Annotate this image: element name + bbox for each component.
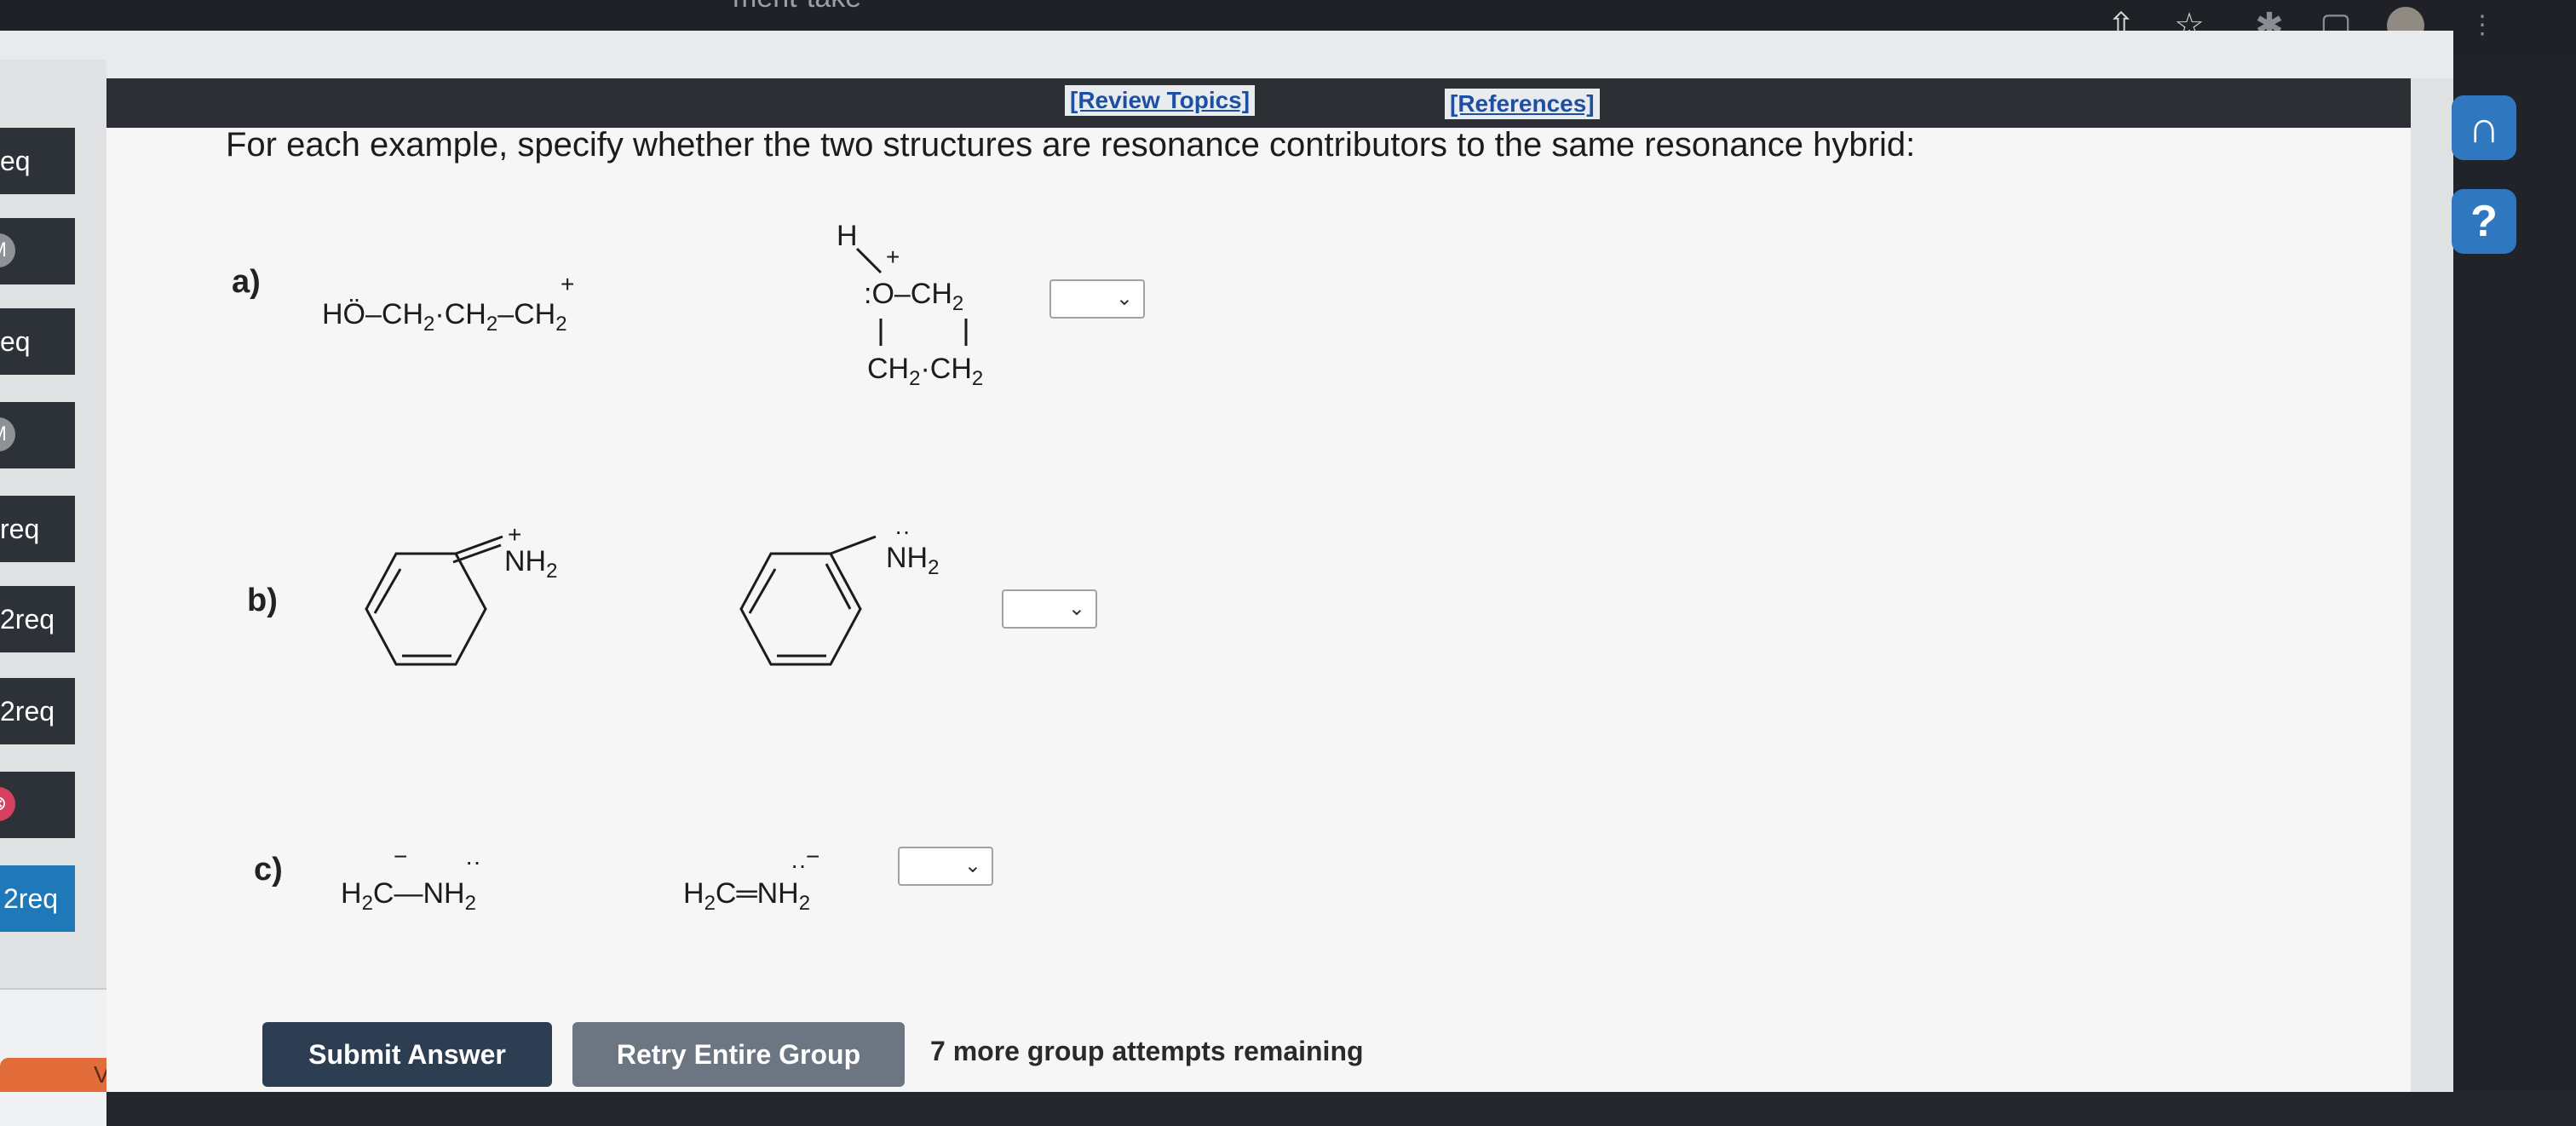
question-header-bar [106, 78, 2411, 128]
sidebar-item-1[interactable]: eq [0, 128, 75, 194]
formula-c-left: H2C—NH2 [341, 877, 476, 916]
methylene-2: CH [444, 298, 486, 330]
subscript: 2 [909, 366, 921, 390]
chevron-down-icon: ⌄ [963, 854, 981, 877]
sidebar-item-label: 2req [3, 883, 59, 914]
ring-bottom-formula: CH2·CH2 [867, 353, 983, 391]
chevron-down-icon: ⌄ [1067, 597, 1085, 620]
sidebar-item-7[interactable]: 2req [0, 678, 75, 744]
sidebar-item-5[interactable]: req [0, 496, 75, 562]
sidebar-item-3[interactable]: eq [0, 308, 75, 375]
part-c-label: c) [254, 852, 283, 888]
help-button[interactable]: ? [2452, 189, 2516, 254]
formula-c-right: H2C═NH2 [683, 877, 810, 916]
sidebar-item-label: 2req [0, 696, 55, 727]
sidebar-item-4[interactable]: M [0, 402, 75, 468]
subscript: 2 [546, 559, 558, 583]
hydroxyl-group: HÖ [322, 298, 365, 330]
headset-icon[interactable]: ∩ [2452, 95, 2516, 160]
subscript: 2 [971, 366, 984, 390]
menu-kebab-icon[interactable]: ⋮ [2462, 5, 2503, 46]
review-topics-link[interactable]: [Review Topics] [1065, 85, 1256, 116]
formula-a-left: HÖ–CH2·CH2–CH2 [322, 298, 567, 336]
positive-charge: + [561, 271, 575, 297]
oxonium-oxygen: :O–CH [864, 278, 952, 310]
hydrogen-label: H [837, 220, 858, 252]
hydrogen: H [683, 877, 704, 910]
mastery-badge-icon: M [0, 233, 15, 267]
amide-nh: NH [756, 877, 799, 910]
sidebar-item-6[interactable]: 2req [0, 586, 75, 652]
carbanion-carbon: C [372, 877, 394, 910]
negative-charge: − [394, 843, 408, 870]
hydrogen: H [341, 877, 362, 910]
carbon: C [715, 877, 737, 910]
answer-dropdown-a[interactable]: ⌄ [1049, 279, 1145, 319]
answer-dropdown-b[interactable]: ⌄ [1002, 589, 1097, 629]
submit-answer-button[interactable]: Submit Answer [262, 1022, 552, 1087]
oxonium-formula: :O–CH2 [864, 278, 963, 316]
h-o-bond [855, 247, 883, 274]
sidebar-item-2[interactable]: M [0, 218, 75, 284]
subscript: 2 [555, 312, 567, 336]
assignment-sidebar: eq M eq M req 2req 2req ⊗ 2req [0, 60, 106, 1126]
iminium-group: NH2 [504, 545, 557, 583]
content-right-margin [2411, 78, 2453, 1092]
attempts-remaining-text: 7 more group attempts remaining [930, 1036, 1364, 1066]
amine-nh: NH [423, 877, 465, 910]
lone-pair: ·· [465, 848, 481, 875]
double-bond: ═ [736, 877, 757, 910]
iminium-nh: NH [504, 545, 547, 577]
url-fragment: ment-take [733, 0, 861, 14]
amine-group: NH2 [886, 542, 939, 580]
sidebar-item-label: eq [0, 146, 31, 176]
sidebar-item-current[interactable]: 2req [0, 865, 75, 932]
ring-vertical-bonds [879, 319, 968, 346]
retry-entire-group-button[interactable]: Retry Entire Group [572, 1022, 905, 1087]
bond-dash: – [497, 298, 515, 330]
ring-ch2-1: CH [867, 353, 910, 385]
subscript: 2 [928, 555, 940, 579]
methylene-1: –CH [365, 298, 424, 330]
ring-ch2-2: ·CH [920, 353, 972, 385]
sidebar-item-label: req [0, 514, 40, 544]
references-link[interactable]: [References] [1445, 89, 1600, 119]
subscript: 2 [952, 291, 964, 315]
sidebar-item-label: 2req [0, 604, 55, 635]
subscript: 2 [361, 891, 373, 915]
question-prompt: For each example, specify whether the tw… [226, 126, 1916, 164]
subscript: 2 [486, 312, 498, 336]
benzene-ring [739, 535, 877, 666]
sidebar-empty-area [0, 988, 106, 1126]
single-bond: — [394, 877, 423, 910]
chevron-down-icon: ⌄ [1115, 287, 1133, 310]
mastery-badge-icon: M [0, 417, 15, 451]
sidebar-item-8[interactable]: ⊗ [0, 772, 75, 838]
subscript: 2 [423, 312, 435, 336]
lone-pair: ·· [791, 852, 807, 878]
negative-charge: − [806, 843, 820, 870]
answer-dropdown-c[interactable]: ⌄ [898, 847, 993, 886]
sidebar-item-label: eq [0, 326, 31, 357]
subscript: 2 [798, 891, 811, 915]
subscript: 2 [464, 891, 476, 915]
part-b-label: b) [247, 583, 278, 618]
bond-dot: · [434, 298, 445, 330]
carbocation-carbon: CH [514, 298, 556, 330]
amine-nh: NH [886, 542, 929, 574]
cyclohexadiene-ring [365, 535, 503, 666]
part-a-label: a) [232, 264, 261, 300]
error-x-icon: ⊗ [0, 787, 15, 821]
subscript: 2 [704, 891, 716, 915]
